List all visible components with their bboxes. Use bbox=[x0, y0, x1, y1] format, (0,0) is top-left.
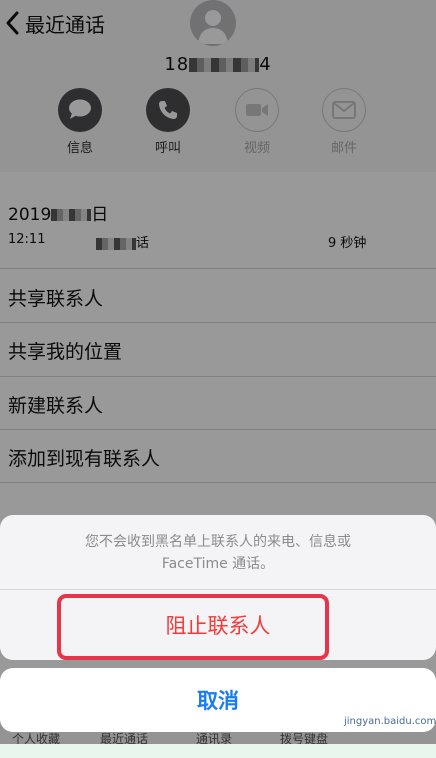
sheet-message: 您不会收到黑名单上联系人的来电、信息或 FaceTime 通话。 bbox=[0, 531, 436, 575]
tutorial-highlight-box bbox=[57, 594, 329, 660]
baidu-watermark: jingyan.baidu.com bbox=[344, 716, 436, 727]
bottom-strip bbox=[0, 744, 436, 758]
sheet-message-line-2: FaceTime 通话。 bbox=[161, 556, 275, 572]
sheet-message-line-1: 您不会收到黑名单上联系人的来电、信息或 bbox=[85, 534, 351, 550]
